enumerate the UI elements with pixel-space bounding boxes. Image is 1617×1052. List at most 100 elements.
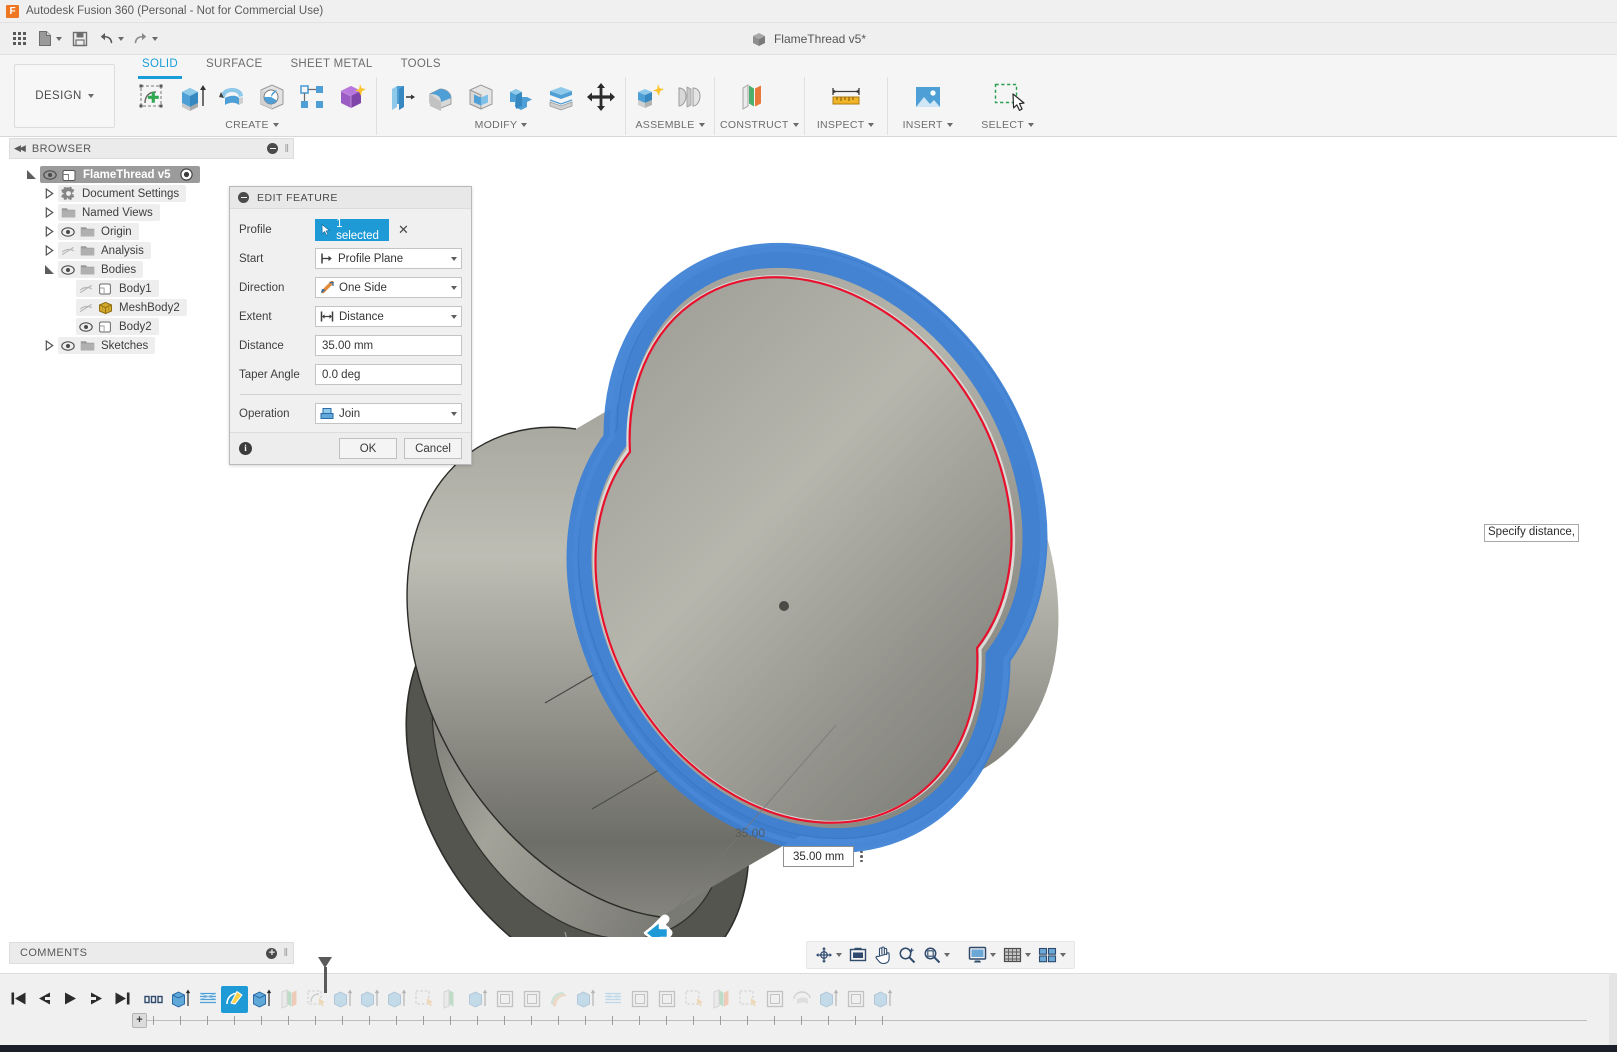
minus-circle-icon[interactable] <box>267 143 278 154</box>
chevron-down-icon[interactable] <box>699 123 705 127</box>
timeline-item-extrude-4[interactable] <box>356 986 383 1013</box>
timeline-item-plane-3[interactable] <box>707 986 734 1013</box>
chevron-down-icon[interactable] <box>836 953 842 957</box>
timeline-item-revolve-1[interactable] <box>788 986 815 1013</box>
select-button[interactable] <box>989 78 1027 116</box>
timeline-item-plane-2[interactable] <box>437 986 464 1013</box>
visibility-eye-hidden-icon[interactable] <box>76 299 95 316</box>
visibility-eye-icon[interactable] <box>40 166 59 183</box>
timeline-item-sketch-4[interactable] <box>680 986 707 1013</box>
chevron-down-icon[interactable] <box>451 412 457 416</box>
cancel-button[interactable]: Cancel <box>404 438 462 459</box>
sphere-button[interactable] <box>253 78 291 116</box>
ok-button[interactable]: OK <box>339 438 397 459</box>
info-icon[interactable]: i <box>239 442 252 455</box>
play-button[interactable] <box>60 988 81 1009</box>
extrude-button[interactable] <box>173 78 211 116</box>
profile-selection-button[interactable]: 1 selected <box>315 219 389 241</box>
comments-panel-header[interactable]: COMMENTS + ‖ <box>9 942 294 964</box>
combine-button[interactable] <box>502 78 540 116</box>
operation-dropdown[interactable]: Join <box>315 403 462 424</box>
measure-button[interactable] <box>827 78 865 116</box>
viewport-distance-input-group[interactable]: 35.00 mm <box>783 846 863 867</box>
tab-surface[interactable]: SURFACE <box>192 55 276 74</box>
new-component-button[interactable] <box>631 78 669 116</box>
timeline-item-box-4[interactable] <box>653 986 680 1013</box>
pattern-button[interactable] <box>293 78 331 116</box>
undo-button[interactable] <box>95 26 127 52</box>
tree-item-flamethread-v5[interactable]: FlameThread v5 <box>9 165 294 184</box>
timeline-item-document-settings[interactable] <box>140 986 167 1013</box>
visibility-eye-hidden-icon[interactable] <box>76 280 95 297</box>
tab-tools[interactable]: TOOLS <box>387 55 455 74</box>
redo-button[interactable] <box>129 26 161 52</box>
chevron-down-icon[interactable] <box>947 123 953 127</box>
display-settings-button[interactable] <box>965 943 999 967</box>
step-forward-button[interactable] <box>86 988 107 1009</box>
plus-circle-icon[interactable]: + <box>266 948 277 959</box>
close-x-icon[interactable]: ✕ <box>398 223 409 236</box>
chevron-down-icon[interactable] <box>868 123 874 127</box>
chevron-down-icon[interactable] <box>451 286 457 290</box>
mesh-create-button[interactable] <box>333 78 371 116</box>
timeline-item-box-6[interactable] <box>842 986 869 1013</box>
minus-circle-icon[interactable] <box>238 192 249 203</box>
go-to-end-button[interactable] <box>112 988 133 1009</box>
edit-feature-dialog[interactable]: EDIT FEATURE Profile 1 selected ✕ Start <box>229 186 472 465</box>
visibility-eye-icon[interactable] <box>58 223 77 240</box>
expander-closed-icon[interactable] <box>41 337 58 354</box>
dimension-options-kebab-icon[interactable] <box>860 851 863 863</box>
chevron-down-icon[interactable] <box>1060 953 1066 957</box>
revolve-button[interactable] <box>213 78 251 116</box>
timeline-item-box-3[interactable] <box>626 986 653 1013</box>
orbit-button[interactable] <box>812 943 845 967</box>
chevron-down-icon[interactable] <box>944 953 950 957</box>
timeline-item-box-2[interactable] <box>518 986 545 1013</box>
workspace-selector[interactable]: DESIGN <box>14 64 115 128</box>
activate-component-radio-icon[interactable] <box>180 168 193 181</box>
tab-solid[interactable]: SOLID <box>128 55 192 74</box>
grid-snap-button[interactable] <box>1000 943 1034 967</box>
timeline-item-extrude-2[interactable] <box>248 986 275 1013</box>
panel-resize-handle[interactable]: ‖ <box>283 947 288 959</box>
distance-input[interactable]: 35.00 mm <box>315 335 462 356</box>
timeline-item-sketch-active[interactable] <box>221 986 248 1013</box>
timeline-item-mesh-1[interactable] <box>194 986 221 1013</box>
zoom-button[interactable] <box>895 943 919 967</box>
expander-closed-icon[interactable] <box>41 204 58 221</box>
save-button[interactable] <box>67 26 93 52</box>
app-grid-button[interactable] <box>6 26 32 52</box>
chevron-down-icon[interactable] <box>521 123 527 127</box>
expander-closed-icon[interactable] <box>41 223 58 240</box>
insert-image-button[interactable] <box>909 78 947 116</box>
viewport-distance-input[interactable]: 35.00 mm <box>783 846 854 867</box>
create-sketch-button[interactable] <box>133 78 171 116</box>
start-dropdown[interactable]: Profile Plane <box>315 248 462 269</box>
panel-resize-handle[interactable]: ‖ <box>284 143 289 155</box>
timeline-item-sketch-5[interactable] <box>734 986 761 1013</box>
fillet-button[interactable] <box>422 78 460 116</box>
plus-square-icon[interactable]: + <box>132 1013 147 1028</box>
dialog-title-bar[interactable]: EDIT FEATURE <box>230 187 471 209</box>
taper-angle-input[interactable]: 0.0 deg <box>315 364 462 385</box>
timeline-item-sketch-3[interactable] <box>410 986 437 1013</box>
shell-button[interactable] <box>462 78 500 116</box>
expander-closed-icon[interactable] <box>41 185 58 202</box>
expander-open-icon[interactable] <box>23 166 40 183</box>
chevron-down-icon[interactable] <box>1025 953 1031 957</box>
visibility-eye-icon[interactable] <box>76 318 95 335</box>
viewports-button[interactable] <box>1035 943 1069 967</box>
chevron-down-icon[interactable] <box>451 257 457 261</box>
chevron-down-icon[interactable] <box>1028 123 1034 127</box>
timeline-item-extrude-6[interactable] <box>464 986 491 1013</box>
expander-closed-icon[interactable] <box>41 242 58 259</box>
visibility-eye-icon[interactable] <box>58 337 77 354</box>
extent-dropdown[interactable]: Distance <box>315 306 462 327</box>
chevron-down-icon[interactable] <box>451 315 457 319</box>
timeline-track[interactable]: + <box>140 983 1587 1023</box>
timeline-item-extrude-5[interactable] <box>383 986 410 1013</box>
visibility-eye-hidden-icon[interactable] <box>58 242 77 259</box>
timeline-item-extrude-9[interactable] <box>869 986 896 1013</box>
chevron-down-icon[interactable] <box>273 123 279 127</box>
timeline-item-plane-1[interactable] <box>275 986 302 1013</box>
